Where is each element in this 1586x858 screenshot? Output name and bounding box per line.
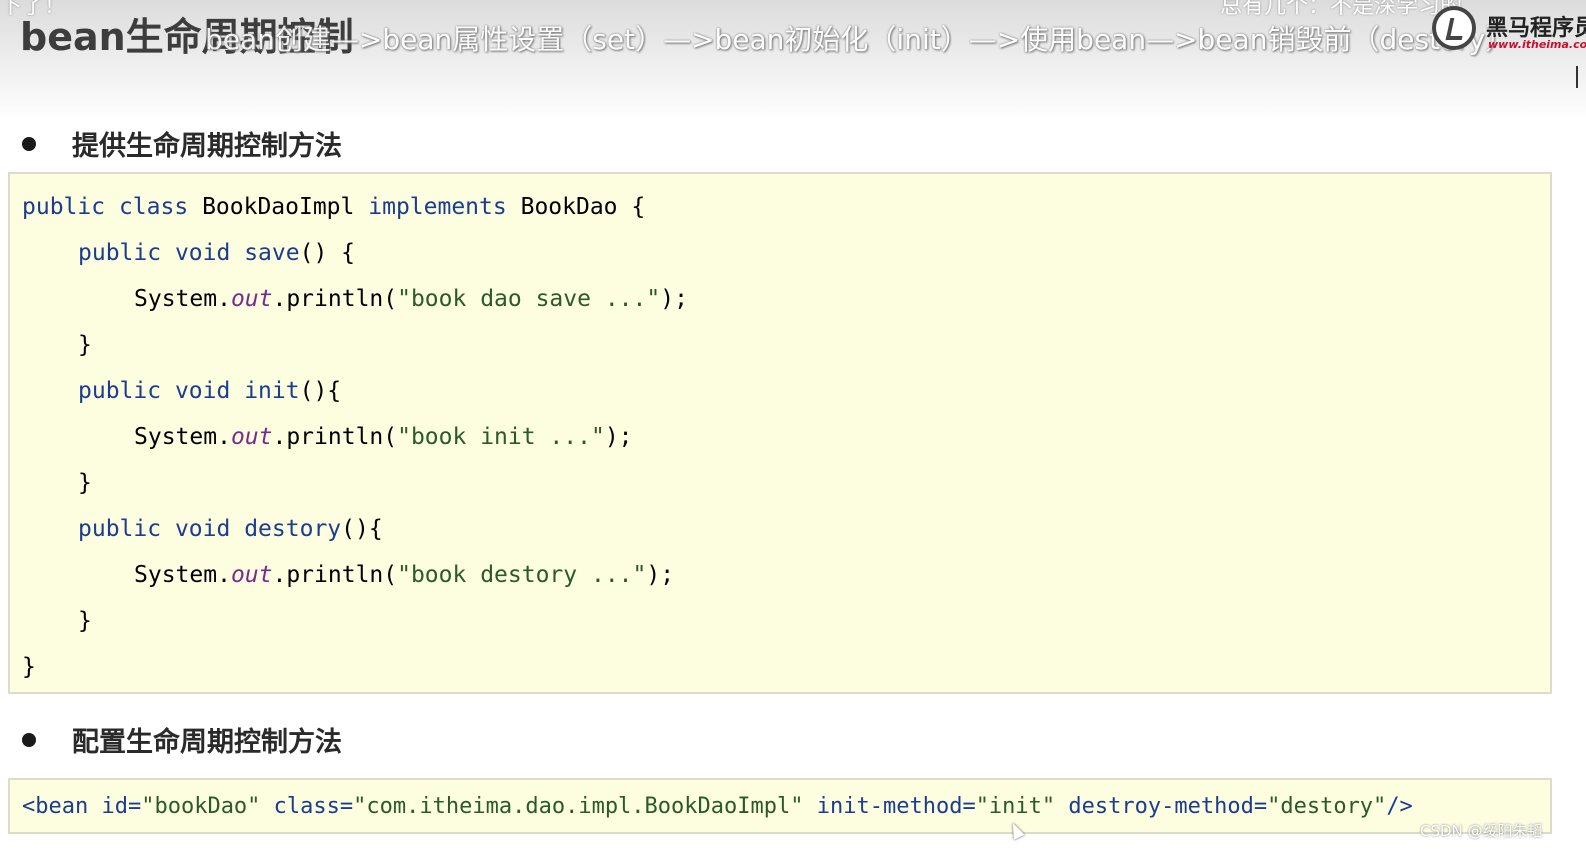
itheima-logo-icon [1432,6,1476,50]
keyword-implements: implements [368,194,507,220]
bullet-icon [22,733,36,747]
xml-value-id: "bookDao" [141,794,261,819]
xml-attr-class: class= [260,794,354,819]
println-call: .println( [272,424,398,450]
code-method-destory-signature: public void destory(){ [78,514,383,544]
string-literal: "book init ..." [397,424,605,450]
xml-attr-destroy-method: destroy-method= [1055,794,1268,819]
method-signature-tail: (){ [299,378,342,404]
method-name-init: init [244,378,300,404]
code-method-init-body: System.out.println("book init ..."); [134,422,633,452]
java-code-block: public class BookDaoImpl implements Book… [8,172,1552,694]
xml-tag-close: /> [1386,794,1413,819]
out-field: out [230,286,273,312]
code-method-destory-close: } [78,608,92,634]
method-signature-tail: (){ [341,516,383,542]
println-call: .println( [272,286,398,312]
code-method-save-signature: public void save() { [78,238,355,268]
keyword-void: void [174,240,231,266]
xml-value-destroy-method: "destory" [1267,794,1387,819]
xml-value-init-method: "init" [975,794,1056,819]
section-title-configure: 配置生命周期控制方法 [72,727,342,758]
keyword-void: void [174,516,231,542]
println-call: .println( [272,562,398,588]
out-field: out [230,424,273,450]
system-ref: System. [134,562,231,588]
danmaku-comment-right: 总有几个：不是深学习的 [1220,0,1463,19]
xml-attr-id: id= [88,794,142,819]
logo-url: www.itheima.com [1488,38,1586,51]
keyword-public: public [78,378,162,404]
system-ref: System. [134,424,231,450]
interface-name: BookDao [520,194,618,220]
code-method-save-body: System.out.println("book dao save ..."); [134,284,688,314]
statement-end: ); [660,286,688,312]
statement-end: ); [604,424,633,450]
code-method-init-close: } [78,470,92,496]
keyword-public: public [78,240,162,266]
edge-marker [1576,66,1586,88]
xml-tag-open: <bean [22,794,89,819]
keyword-class: class [118,194,189,220]
keyword-public: public [78,516,162,542]
keyword-public: public [22,194,106,220]
open-brace: { [631,194,646,220]
out-field: out [230,562,273,588]
itheima-logo: 黑马程序员 www.itheima.com [1432,6,1586,56]
method-signature-tail: () { [299,240,355,266]
class-name: BookDaoImpl [202,194,355,220]
xml-value-class: "com.itheima.dao.impl.BookDaoImpl" [353,794,804,819]
keyword-void: void [174,378,231,404]
bullet-icon [22,137,36,151]
method-name-destory: destory [244,516,342,542]
statement-end: ); [646,562,675,588]
string-literal: "book dao save ..." [397,286,661,312]
csdn-watermark: CSDN @绥阳朱韬 [1420,822,1543,840]
section-title-provide: 提供生命周期控制方法 [72,131,342,162]
xml-bean-definition: <bean id="bookDao" class="com.itheima.da… [22,792,1413,822]
xml-config-block: <bean id="bookDao" class="com.itheima.da… [8,778,1552,834]
code-method-init-signature: public void init(){ [78,376,341,406]
string-literal: "book destory ..." [397,562,647,588]
lifecycle-overlay-text: bean创建—>bean属性设置（set）—>bean初始化（init）—>使用… [205,23,1514,56]
code-class-close: } [22,654,36,680]
method-name-save: save [244,240,300,266]
xml-attr-init-method: init-method= [803,794,976,819]
code-method-destory-body: System.out.println("book destory ..."); [134,560,674,590]
code-method-save-close: } [78,332,92,358]
system-ref: System. [134,286,231,312]
code-class-declaration: public class BookDaoImpl implements Book… [22,192,645,222]
